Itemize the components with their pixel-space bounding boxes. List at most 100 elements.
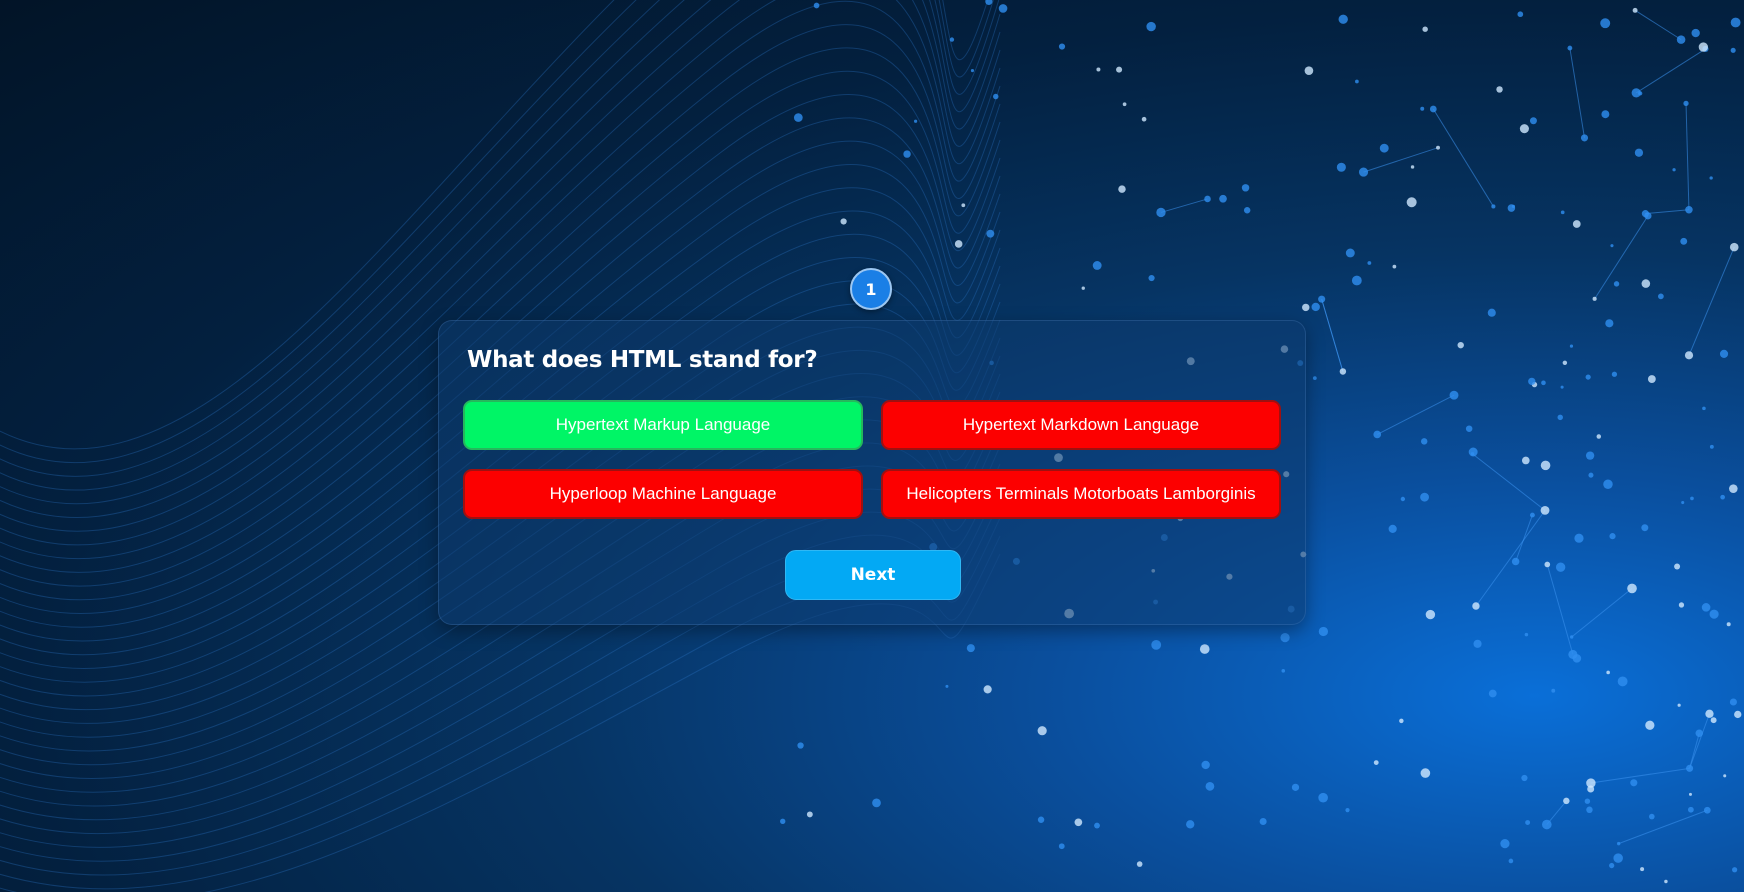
network-node bbox=[1592, 296, 1597, 301]
network-node bbox=[1420, 492, 1429, 502]
network-node bbox=[1496, 86, 1503, 93]
network-node bbox=[1205, 781, 1215, 791]
network-node bbox=[903, 150, 911, 158]
network-node bbox=[1118, 185, 1126, 193]
network-node bbox=[1684, 351, 1694, 360]
network-node bbox=[1695, 729, 1703, 738]
network-node bbox=[806, 811, 813, 818]
network-node bbox=[1488, 689, 1497, 698]
network-node bbox=[1388, 524, 1397, 533]
network-line bbox=[1515, 514, 1533, 562]
network-line bbox=[1571, 588, 1633, 638]
answer-option-2[interactable]: Hypertext Markdown Language bbox=[881, 400, 1281, 450]
network-node bbox=[1588, 472, 1594, 478]
network-node bbox=[1555, 562, 1566, 572]
network-node bbox=[872, 798, 881, 808]
network-node bbox=[1606, 670, 1610, 675]
next-button[interactable]: Next bbox=[785, 550, 961, 600]
network-node bbox=[1709, 609, 1719, 619]
network-node bbox=[913, 119, 918, 123]
network-node bbox=[1355, 79, 1359, 84]
network-node bbox=[1709, 444, 1714, 449]
answer-option-4[interactable]: Helicopters Terminals Motorboats Lamborg… bbox=[881, 469, 1281, 519]
network-node bbox=[1141, 116, 1147, 122]
network-node bbox=[1318, 295, 1326, 303]
network-node bbox=[1367, 261, 1372, 265]
network-node bbox=[1705, 709, 1714, 718]
network-node bbox=[1199, 644, 1210, 654]
network-node bbox=[1688, 792, 1692, 796]
network-line bbox=[1321, 299, 1344, 372]
network-node bbox=[1521, 456, 1530, 465]
network-node bbox=[1541, 380, 1546, 386]
quiz-card: What does HTML stand for? Hypertext Mark… bbox=[438, 320, 1306, 625]
network-node bbox=[1146, 21, 1156, 32]
network-node bbox=[1524, 632, 1529, 637]
network-node bbox=[1345, 808, 1350, 813]
network-node bbox=[1603, 479, 1613, 489]
network-node bbox=[1710, 717, 1717, 724]
network-node bbox=[1472, 602, 1480, 610]
network-node bbox=[1681, 500, 1685, 505]
answer-option-3[interactable]: Hyperloop Machine Language bbox=[463, 469, 863, 519]
network-node bbox=[1420, 768, 1431, 778]
network-node bbox=[1420, 106, 1425, 111]
question-number-badge: 1 bbox=[850, 268, 892, 310]
network-node bbox=[1698, 42, 1708, 52]
network-node bbox=[1473, 639, 1482, 648]
network-node bbox=[1641, 210, 1649, 218]
answer-option-1[interactable]: Hypertext Markup Language bbox=[463, 400, 863, 450]
network-node bbox=[1634, 148, 1644, 157]
network-node bbox=[1243, 207, 1251, 214]
network-line bbox=[1634, 9, 1682, 41]
network-line bbox=[1590, 767, 1690, 784]
network-node bbox=[1585, 374, 1591, 380]
network-node bbox=[1373, 760, 1379, 766]
network-node bbox=[1677, 703, 1681, 707]
network-node bbox=[1457, 341, 1464, 349]
network-node bbox=[1729, 698, 1737, 706]
network-node bbox=[1657, 293, 1664, 300]
network-line bbox=[1432, 108, 1494, 207]
network-line bbox=[1618, 809, 1708, 845]
network-node bbox=[1422, 26, 1428, 32]
network-node bbox=[1318, 792, 1328, 803]
network-node bbox=[1529, 512, 1535, 518]
network-node bbox=[1627, 583, 1637, 594]
network-node bbox=[1720, 494, 1725, 500]
network-node bbox=[1410, 165, 1415, 169]
network-node bbox=[1148, 274, 1155, 282]
network-node bbox=[1616, 841, 1621, 846]
network-node bbox=[1436, 145, 1440, 150]
network-node bbox=[966, 644, 975, 653]
network-node bbox=[1563, 797, 1570, 805]
network-line bbox=[1475, 510, 1546, 607]
network-node bbox=[1672, 168, 1676, 172]
network-node bbox=[1580, 134, 1589, 142]
network-node bbox=[1281, 669, 1286, 673]
network-node bbox=[1037, 816, 1045, 823]
network-node bbox=[797, 742, 804, 749]
network-node bbox=[1709, 176, 1713, 180]
network-line bbox=[1689, 713, 1710, 769]
network-node bbox=[1685, 206, 1693, 214]
network-node bbox=[1570, 635, 1574, 639]
network-node bbox=[840, 218, 847, 225]
network-node bbox=[1630, 779, 1638, 787]
network-node bbox=[1406, 197, 1417, 208]
network-node bbox=[1649, 813, 1655, 820]
network-node bbox=[1400, 496, 1406, 502]
network-node bbox=[1544, 561, 1551, 568]
network-node bbox=[1701, 603, 1711, 612]
network-node bbox=[1617, 676, 1628, 687]
network-node bbox=[1094, 822, 1100, 829]
network-node bbox=[983, 685, 992, 694]
network-node bbox=[1096, 67, 1101, 72]
network-node bbox=[1605, 319, 1614, 328]
network-node bbox=[1201, 760, 1210, 770]
network-node bbox=[1345, 248, 1355, 258]
network-node bbox=[1729, 242, 1739, 252]
network-node bbox=[986, 229, 995, 238]
network-node bbox=[1641, 279, 1651, 288]
network-node bbox=[1500, 839, 1510, 849]
